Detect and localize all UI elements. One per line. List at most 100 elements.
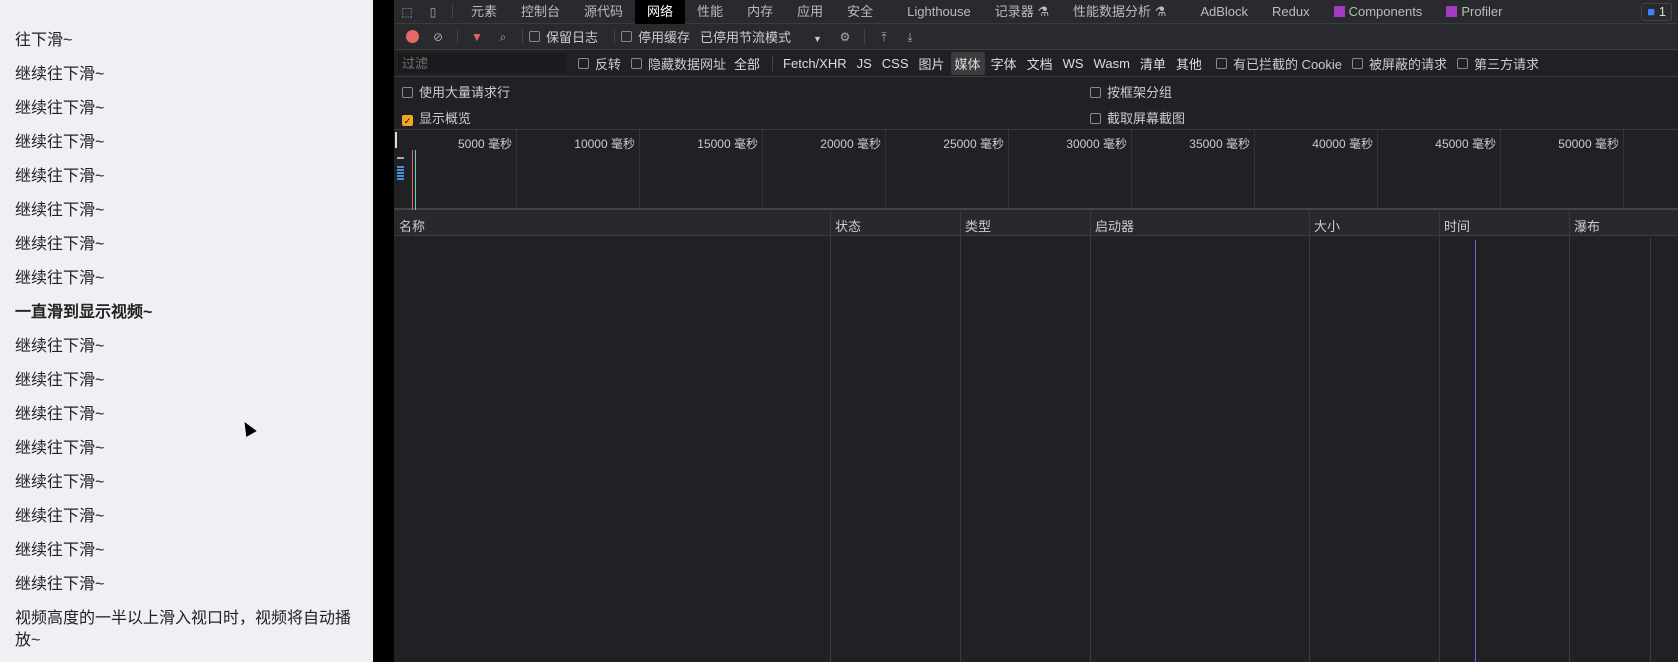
search-icon[interactable]: ⌕ xyxy=(496,30,510,44)
timeline-tick: 25000 毫秒 xyxy=(943,137,1004,151)
capture-screenshots-label: 截取屏幕截图 xyxy=(1107,111,1186,126)
column-header-6[interactable]: 瀑布 xyxy=(1574,216,1600,235)
column-divider[interactable] xyxy=(830,211,831,662)
column-divider[interactable] xyxy=(1569,211,1570,662)
filter-type-7[interactable]: 文档 xyxy=(1023,52,1057,75)
tab-label: 网络 xyxy=(647,3,674,19)
tab-4[interactable]: 性能 xyxy=(685,0,735,24)
column-divider[interactable] xyxy=(1439,211,1440,662)
hide-data-urls-checkbox[interactable] xyxy=(631,57,643,69)
tab-label: 内存 xyxy=(747,3,774,19)
tab-5[interactable]: 内存 xyxy=(735,0,785,24)
page-text-line: 继续往下滑~ xyxy=(15,134,105,151)
page-text-line: 继续往下滑~ xyxy=(15,440,105,457)
export-har-icon[interactable]: ⤓ xyxy=(903,30,917,44)
big-rows-checkbox[interactable] xyxy=(402,87,413,98)
waterfall-grid-line xyxy=(1650,238,1651,662)
divider xyxy=(452,4,453,19)
request-bars xyxy=(397,166,404,180)
disable-cache-checkbox[interactable] xyxy=(621,31,633,42)
page-text-line: 继续往下滑~ xyxy=(15,542,105,559)
capture-screenshots-checkbox[interactable] xyxy=(1090,113,1101,124)
issues-badge[interactable]: ■ 1 xyxy=(1641,2,1672,21)
invert-checkbox[interactable] xyxy=(578,57,589,69)
preserve-log-checkbox[interactable] xyxy=(529,31,540,42)
tab-6[interactable]: 应用 xyxy=(785,0,835,24)
filter-type-3[interactable]: CSS xyxy=(878,54,913,73)
tab-11[interactable]: AdBlock xyxy=(1188,0,1260,24)
inspect-element-icon[interactable]: ⬚ xyxy=(400,5,414,19)
column-divider[interactable] xyxy=(1090,211,1091,662)
third-party-checkbox[interactable] xyxy=(1457,57,1469,69)
tab-3[interactable]: 网络 xyxy=(635,0,686,24)
tab-7[interactable]: 安全 xyxy=(835,0,885,24)
group-by-frame-checkbox[interactable] xyxy=(1090,87,1101,98)
filter-type-10[interactable]: 清单 xyxy=(1136,52,1170,75)
device-toolbar-icon[interactable]: ▯ xyxy=(426,5,440,19)
timeline-tick: 30000 毫秒 xyxy=(1066,137,1127,151)
tab-14[interactable]: Profiler xyxy=(1434,0,1514,24)
overview-handle[interactable] xyxy=(395,132,397,148)
page-text-line: 一直滑到显示视频~ xyxy=(15,304,153,321)
grid-line xyxy=(1131,130,1132,208)
column-header-4[interactable]: 大小 xyxy=(1314,216,1340,235)
grid-line xyxy=(762,130,763,208)
column-header-3[interactable]: 启动器 xyxy=(1095,216,1134,235)
column-divider[interactable] xyxy=(1309,211,1310,662)
network-overview-timeline[interactable]: 5000 毫秒 10000 毫秒 15000 毫秒 20000 毫秒 25000 毫秒 3… xyxy=(394,129,1678,210)
filter-type-11[interactable]: 其他 xyxy=(1172,52,1206,75)
page-text-line: 继续往下滑~ xyxy=(15,372,105,389)
timeline-tick: 5000 毫秒 xyxy=(457,137,512,151)
column-header-2[interactable]: 类型 xyxy=(965,216,991,235)
filter-type-2[interactable]: JS xyxy=(853,54,876,73)
filter-type-4[interactable]: 图片 xyxy=(915,52,949,75)
filter-input[interactable] xyxy=(398,53,566,73)
page-text-line: 继续往下滑~ xyxy=(15,508,105,525)
column-divider[interactable] xyxy=(960,211,961,662)
tab-9[interactable]: 记录器 ⚗ xyxy=(983,0,1061,24)
filter-type-1[interactable]: Fetch/XHR xyxy=(779,54,851,73)
record-button[interactable] xyxy=(406,30,419,43)
filter-type-6[interactable]: 字体 xyxy=(987,52,1021,75)
tab-10[interactable]: 性能数据分析 ⚗ xyxy=(1061,0,1178,24)
message-icon: ■ xyxy=(1647,3,1656,19)
tab-label: 记录器 ⚗ xyxy=(994,3,1050,19)
page-text-line: 继续往下滑~ xyxy=(15,576,105,593)
tab-8[interactable]: Lighthouse xyxy=(895,0,983,24)
show-overview-checkbox[interactable]: ✓ xyxy=(402,115,413,126)
filter-type-9[interactable]: Wasm xyxy=(1090,54,1134,73)
divider xyxy=(772,55,774,71)
tab-0[interactable]: 元素 xyxy=(459,0,509,24)
grid-line xyxy=(516,130,517,208)
blocked-cookies-checkbox[interactable] xyxy=(1215,57,1227,69)
clear-icon[interactable]: ⊘ xyxy=(431,30,445,44)
throttling-select[interactable]: 已停用节流模式 ▼ xyxy=(700,27,822,46)
filter-type-5[interactable]: 媒体 xyxy=(950,51,985,75)
tab-12[interactable]: Redux xyxy=(1260,0,1322,24)
network-conditions-icon[interactable]: ⚙ xyxy=(838,30,852,44)
grid-line xyxy=(1623,130,1624,208)
tab-2[interactable]: 源代码 xyxy=(572,0,635,24)
page-text-line: 继续往下滑~ xyxy=(15,338,105,355)
web-page: 往下滑~ 继续往下滑~ 继续往下滑~ 继续往下滑~ 继续往下滑~ 继续往下滑~ 继续往下滑~… xyxy=(0,0,373,662)
page-text-line: 视频高度的一半以上滑入视口时，视频将自动播放~ xyxy=(15,610,352,649)
column-header-0[interactable]: 名称 xyxy=(399,216,425,235)
tab-label: AdBlock xyxy=(1200,3,1249,19)
filter-type-8[interactable]: WS xyxy=(1059,54,1088,73)
column-header-1[interactable]: 状态 xyxy=(835,216,861,235)
tab-1[interactable]: 控制台 xyxy=(509,0,572,24)
timeline-tick: 50000 毫秒 xyxy=(1558,137,1619,151)
react-icon xyxy=(1333,5,1345,17)
blocked-requests-checkbox[interactable] xyxy=(1352,57,1364,69)
column-header-5[interactable]: 时间 xyxy=(1444,216,1470,235)
import-har-icon[interactable]: ⤒ xyxy=(877,30,891,44)
tab-13[interactable]: Components xyxy=(1322,0,1435,24)
tab-label: 性能数据分析 ⚗ xyxy=(1073,3,1167,19)
options-row: ✓ 显示概览 截取屏幕截图 xyxy=(394,103,1678,129)
page-text-line: 继续往下滑~ xyxy=(15,66,105,83)
issues-count: 1 xyxy=(1658,3,1666,19)
filter-type-0[interactable]: 全部 xyxy=(730,52,764,75)
page-text-line: 继续往下滑~ xyxy=(15,270,105,287)
hide-data-urls-label: 隐藏数据网址 xyxy=(648,56,727,72)
filter-icon[interactable]: ▼ xyxy=(470,30,484,44)
